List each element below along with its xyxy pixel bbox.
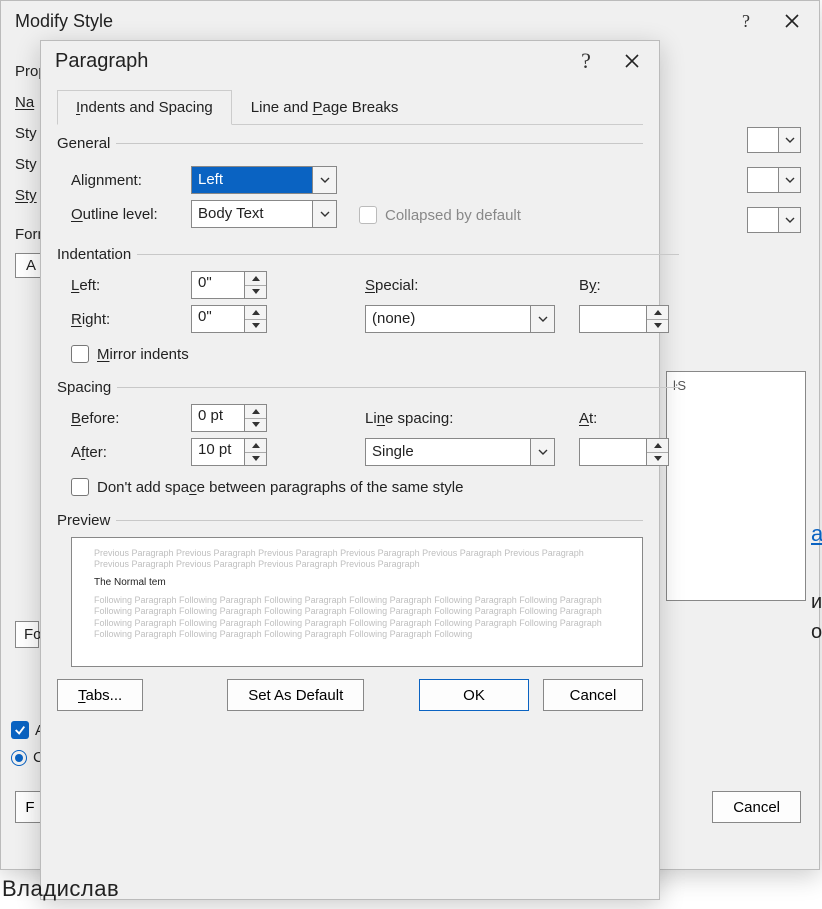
triangle-down-icon[interactable] (245, 453, 266, 466)
mirror-indents-checkbox[interactable]: Mirror indents (71, 345, 679, 363)
outline-level-label: Outline level: (71, 206, 191, 223)
chevron-down-icon[interactable] (530, 439, 554, 465)
close-icon[interactable] (609, 45, 655, 77)
triangle-up-icon[interactable] (245, 439, 266, 453)
spacing-legend: Spacing (57, 379, 117, 396)
paragraph-title: Paragraph (55, 50, 148, 73)
document-text-fragment: Владислав (2, 876, 119, 902)
outline-level-combo[interactable]: Body Text (191, 200, 337, 228)
tab-indents-spacing[interactable]: Indents and Spacing (57, 90, 232, 125)
triangle-down-icon[interactable] (647, 453, 668, 466)
set-as-default-button[interactable]: Set As Default (227, 679, 364, 711)
name-label: Na (15, 94, 34, 111)
preview-previous-text: Previous Paragraph Previous Paragraph Pr… (94, 548, 620, 571)
line-spacing-label: Line spacing: (365, 410, 565, 427)
triangle-up-icon[interactable] (647, 306, 668, 320)
preview-group: Preview Previous Paragraph Previous Para… (57, 512, 643, 667)
at-label: At: (579, 410, 679, 427)
style-based-combo[interactable] (747, 167, 801, 193)
indent-right-label: Right: (71, 311, 191, 328)
by-spinner[interactable] (579, 305, 669, 333)
triangle-down-icon[interactable] (245, 419, 266, 432)
preview-box-fragment: ŀS (666, 371, 806, 601)
triangle-down-icon[interactable] (245, 286, 266, 299)
triangle-up-icon[interactable] (245, 272, 266, 286)
preview-legend: Preview (57, 512, 116, 529)
line-spacing-combo[interactable]: Single (365, 438, 555, 466)
collapsed-by-default-checkbox: Collapsed by default (359, 206, 521, 224)
dialog-button-row: Tabs... Set As Default OK Cancel (57, 679, 643, 711)
style-following-combo[interactable] (747, 207, 801, 233)
modify-style-title: Modify Style (15, 11, 113, 32)
space-after-label: After: (71, 444, 191, 461)
chevron-down-icon[interactable] (312, 201, 336, 227)
style-type-combo[interactable] (747, 127, 801, 153)
spacing-group: Spacing Before: 0 pt Line spacing: At: A… (57, 379, 679, 500)
chevron-down-icon[interactable] (312, 167, 336, 193)
indent-right-spinner[interactable]: 0" (191, 305, 267, 333)
space-after-spinner[interactable]: 10 pt (191, 438, 267, 466)
tabs-button[interactable]: Tabs... (57, 679, 143, 711)
paragraph-titlebar: Paragraph ? (41, 41, 659, 81)
paragraph-dialog: Paragraph ? Indents and Spacing Line and… (40, 40, 660, 900)
modify-style-titlebar: Modify Style ? (1, 1, 819, 41)
alignment-combo[interactable]: Left (191, 166, 337, 194)
close-icon[interactable] (769, 5, 815, 37)
preview-box: Previous Paragraph Previous Paragraph Pr… (71, 537, 643, 667)
general-group: General Alignment: Left Outline level: B… (57, 135, 643, 234)
space-before-spinner[interactable]: 0 pt (191, 404, 267, 432)
only-this-doc-radio[interactable]: C (11, 749, 44, 766)
preview-sample-text: The Normal tem (94, 577, 620, 590)
preview-following-text: Following Paragraph Following Paragraph … (94, 595, 620, 640)
help-icon[interactable]: ? (723, 5, 769, 37)
text-fragment-2: о (811, 621, 822, 644)
style-following-label: Sty (15, 187, 37, 204)
dont-add-space-checkbox[interactable]: Don't add space between paragraphs of th… (71, 478, 679, 496)
font-box-fragment: Fo (15, 621, 39, 648)
help-icon[interactable]: ? (563, 45, 609, 77)
hyperlink-fragment[interactable]: a (811, 521, 822, 547)
special-label: Special: (365, 277, 565, 294)
indent-left-label: Left: (71, 277, 191, 294)
triangle-down-icon[interactable] (245, 320, 266, 333)
modify-style-cancel-button[interactable]: Cancel (712, 791, 801, 823)
tab-strip: Indents and Spacing Line and Page Breaks (57, 89, 643, 125)
at-spinner[interactable] (579, 438, 669, 466)
by-label: By: (579, 277, 679, 294)
indent-left-spinner[interactable]: 0" (191, 271, 267, 299)
triangle-up-icon[interactable] (245, 306, 266, 320)
special-combo[interactable]: (none) (365, 305, 555, 333)
chevron-down-icon[interactable] (530, 306, 554, 332)
general-legend: General (57, 135, 116, 152)
triangle-down-icon[interactable] (647, 320, 668, 333)
alignment-label: Alignment: (71, 172, 191, 189)
tab-line-page-breaks[interactable]: Line and Page Breaks (232, 90, 418, 125)
indentation-legend: Indentation (57, 246, 137, 263)
text-fragment-1: и (811, 591, 822, 614)
ok-button[interactable]: OK (419, 679, 529, 711)
space-before-label: Before: (71, 410, 191, 427)
cancel-button[interactable]: Cancel (543, 679, 643, 711)
triangle-up-icon[interactable] (647, 439, 668, 453)
triangle-up-icon[interactable] (245, 405, 266, 419)
indentation-group: Indentation Left: 0" Special: By: Right:… (57, 246, 679, 367)
